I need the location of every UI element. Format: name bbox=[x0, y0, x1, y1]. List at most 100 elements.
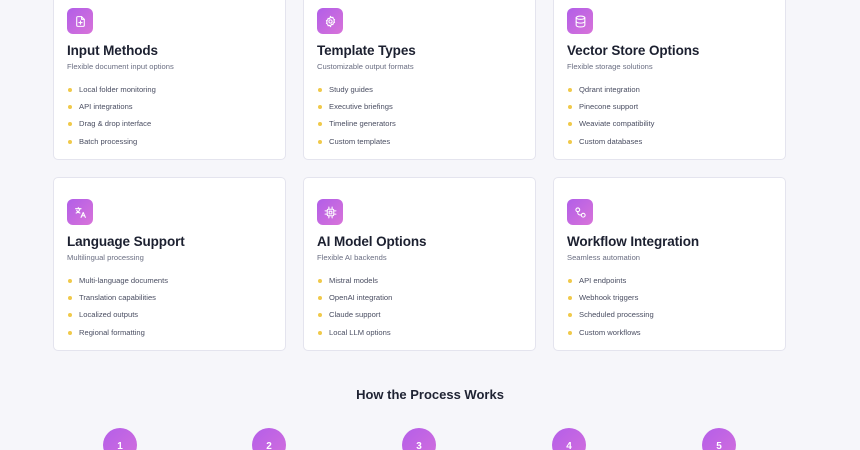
bullet-dot bbox=[568, 296, 572, 301]
feature-card-template-types: Template Types Customizable output forma… bbox=[303, 0, 536, 160]
features-grid: Input Methods Flexible document input op… bbox=[53, 0, 786, 351]
list-item-label: API integrations bbox=[79, 102, 133, 112]
bullet-dot bbox=[568, 279, 572, 283]
bullet-dot bbox=[568, 139, 572, 144]
list-item-label: Weaviate compatibility bbox=[579, 119, 655, 129]
document-icon bbox=[67, 8, 93, 34]
list-item: Local LLM options bbox=[317, 328, 522, 345]
list-item-label: Timeline generators bbox=[329, 119, 396, 129]
process-step-badge: 4 bbox=[552, 428, 586, 450]
list-item-label: Multi-language documents bbox=[79, 276, 169, 285]
bullet-dot bbox=[68, 279, 72, 283]
feature-card-language-support: Language Support Multilingual processing… bbox=[53, 177, 286, 351]
list-item-label: OpenAI integration bbox=[329, 293, 393, 303]
list-item: API endpoints bbox=[567, 276, 772, 293]
list-item: OpenAI integration bbox=[317, 293, 522, 310]
bullet-dot bbox=[568, 122, 572, 127]
list-item: Webhook triggers bbox=[567, 293, 772, 310]
list-item: Study guides bbox=[317, 85, 522, 102]
list-item-label: Custom templates bbox=[329, 136, 391, 146]
feature-card-workflow-integration: Workflow Integration Seamless automation… bbox=[553, 177, 786, 351]
list-item: Pinecone support bbox=[567, 102, 772, 119]
card-subtitle: Flexible storage solutions bbox=[567, 62, 653, 71]
card-subtitle: Flexible AI backends bbox=[317, 253, 387, 262]
card-title: Language Support bbox=[67, 234, 185, 249]
list-item: Translation capabilities bbox=[67, 293, 272, 310]
gear-icon bbox=[317, 8, 343, 34]
card-title: AI Model Options bbox=[317, 234, 427, 249]
list-item: Timeline generators bbox=[317, 119, 522, 136]
list-item-label: Local folder monitoring bbox=[79, 85, 156, 94]
list-item-label: API endpoints bbox=[579, 276, 627, 285]
process-step-badge: 1 bbox=[103, 428, 137, 450]
list-item: Custom templates bbox=[317, 137, 522, 154]
card-subtitle: Customizable output formats bbox=[317, 62, 414, 71]
feature-list: Multi-language documents Translation cap… bbox=[67, 276, 272, 345]
bullet-dot bbox=[68, 122, 72, 127]
bullet-dot bbox=[318, 296, 322, 301]
card-subtitle: Flexible document input options bbox=[67, 62, 174, 71]
list-item-label: Custom databases bbox=[579, 136, 643, 146]
database-icon bbox=[567, 8, 593, 34]
bullet-dot bbox=[568, 330, 572, 335]
list-item-label: Pinecone support bbox=[579, 102, 639, 112]
list-item-label: Qdrant integration bbox=[579, 85, 640, 94]
card-title: Input Methods bbox=[67, 43, 158, 58]
list-item: Multi-language documents bbox=[67, 276, 272, 293]
card-subtitle: Multilingual processing bbox=[67, 253, 144, 262]
card-title: Template Types bbox=[317, 43, 416, 58]
list-item-label: Regional formatting bbox=[79, 327, 145, 337]
bullet-dot bbox=[68, 296, 72, 301]
list-item-label: Study guides bbox=[329, 85, 373, 94]
bullet-dot bbox=[318, 122, 322, 127]
list-item: Claude support bbox=[317, 310, 522, 327]
feature-list: Qdrant integration Pinecone support Weav… bbox=[567, 85, 772, 154]
bullet-dot bbox=[318, 279, 322, 283]
language-icon bbox=[67, 199, 93, 225]
card-subtitle: Seamless automation bbox=[567, 253, 641, 262]
list-item: API integrations bbox=[67, 102, 272, 119]
list-item-label: Executive briefings bbox=[329, 102, 393, 112]
bullet-dot bbox=[568, 313, 572, 318]
list-item-label: Webhook triggers bbox=[579, 293, 639, 303]
bullet-dot bbox=[568, 88, 572, 92]
list-item-label: Localized outputs bbox=[79, 310, 139, 320]
feature-card-input-methods: Input Methods Flexible document input op… bbox=[53, 0, 286, 160]
list-item: Custom workflows bbox=[567, 328, 772, 345]
list-item: Mistral models bbox=[317, 276, 522, 293]
process-step-badge: 3 bbox=[402, 428, 436, 450]
bullet-dot bbox=[318, 313, 322, 318]
list-item: Local folder monitoring bbox=[67, 85, 272, 102]
bullet-dot bbox=[68, 88, 72, 92]
card-title: Workflow Integration bbox=[567, 234, 699, 249]
bullet-dot bbox=[318, 139, 322, 144]
bullet-dot bbox=[318, 105, 322, 110]
process-step-badge: 2 bbox=[252, 428, 286, 450]
feature-list: Mistral models OpenAI integration Claude… bbox=[317, 276, 522, 345]
card-title: Vector Store Options bbox=[567, 43, 700, 58]
feature-list: Study guides Executive briefings Timelin… bbox=[317, 85, 522, 154]
list-item-label: Claude support bbox=[329, 310, 381, 320]
list-item: Custom databases bbox=[567, 137, 772, 154]
list-item-label: Batch processing bbox=[79, 136, 138, 146]
list-item-label: Local LLM options bbox=[329, 327, 391, 337]
bullet-dot bbox=[68, 330, 72, 335]
feature-card-vector-store: Vector Store Options Flexible storage so… bbox=[553, 0, 786, 160]
bullet-dot bbox=[318, 330, 322, 335]
process-section-title: How the Process Works bbox=[356, 387, 504, 402]
list-item-label: Translation capabilities bbox=[79, 293, 156, 303]
cpu-icon bbox=[317, 199, 343, 225]
list-item: Regional formatting bbox=[67, 328, 272, 345]
list-item-label: Scheduled processing bbox=[579, 310, 654, 320]
list-item-label: Drag & drop interface bbox=[79, 119, 152, 129]
bullet-dot bbox=[568, 105, 572, 110]
feature-list: API endpoints Webhook triggers Scheduled… bbox=[567, 276, 772, 345]
list-item: Scheduled processing bbox=[567, 310, 772, 327]
list-item: Executive briefings bbox=[317, 102, 522, 119]
list-item: Batch processing bbox=[67, 137, 272, 154]
process-step-badge: 5 bbox=[702, 428, 736, 450]
bullet-dot bbox=[68, 313, 72, 318]
bullet-dot bbox=[68, 105, 72, 110]
list-item: Drag & drop interface bbox=[67, 119, 272, 136]
list-item-label: Custom workflows bbox=[579, 327, 641, 337]
